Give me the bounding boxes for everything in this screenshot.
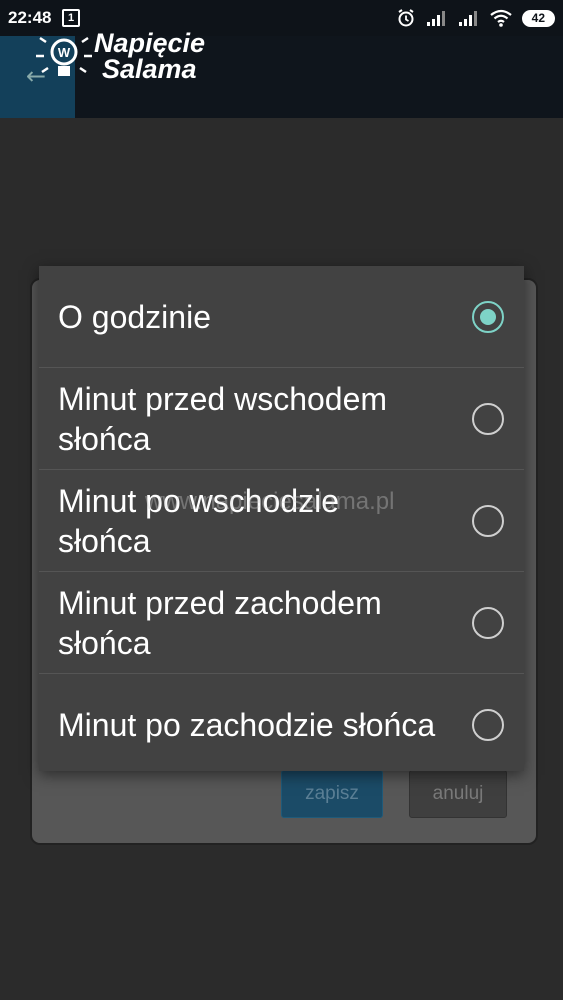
cancel-button[interactable]: anuluj (409, 770, 507, 818)
lightbulb-logo-icon: W (36, 36, 92, 76)
signal-icon (426, 11, 445, 26)
option-after-sunrise[interactable]: Minut po wschodzie słońca (39, 470, 524, 572)
wifi-icon (489, 9, 512, 27)
option-label: Minut przed zachodem słońca (58, 584, 382, 661)
alarm-icon (398, 9, 414, 27)
radio-unselected-icon[interactable] (472, 402, 504, 435)
status-time: 22:48 (8, 8, 52, 27)
sim-icon: 1 (62, 9, 80, 27)
radio-selected-icon[interactable] (472, 300, 504, 333)
app-logo-text: Napięcie Salama (94, 28, 206, 84)
option-label: Minut po wschodzie słońca (58, 482, 340, 559)
app-bar: ← W Napięcie Salama (0, 30, 563, 118)
option-at-hour[interactable]: O godzinie (39, 266, 524, 368)
status-icons: 42 (396, 8, 555, 28)
signal-icon (458, 11, 477, 26)
option-before-sunset[interactable]: Minut przed zachodem słońca (39, 572, 524, 674)
time-mode-dialog: O godzinie Minut przed wschodem słońca M… (39, 266, 524, 771)
radio-unselected-icon[interactable] (472, 504, 504, 537)
option-after-sunset[interactable]: Minut po zachodzie słońca (39, 674, 524, 775)
battery-icon: 42 (521, 9, 555, 27)
save-button[interactable]: zapisz (281, 770, 383, 818)
option-label: O godzinie (58, 298, 211, 335)
option-before-sunrise[interactable]: Minut przed wschodem słońca (39, 368, 524, 470)
radio-unselected-icon[interactable] (472, 606, 504, 639)
svg-text:W: W (58, 45, 71, 60)
option-label: Minut przed wschodem słońca (58, 380, 388, 457)
logo-line-2: Salama (102, 54, 197, 84)
option-label: Minut po zachodzie słońca (58, 706, 436, 743)
logo-line-1: Napięcie (94, 28, 206, 58)
radio-unselected-icon[interactable] (472, 708, 504, 741)
